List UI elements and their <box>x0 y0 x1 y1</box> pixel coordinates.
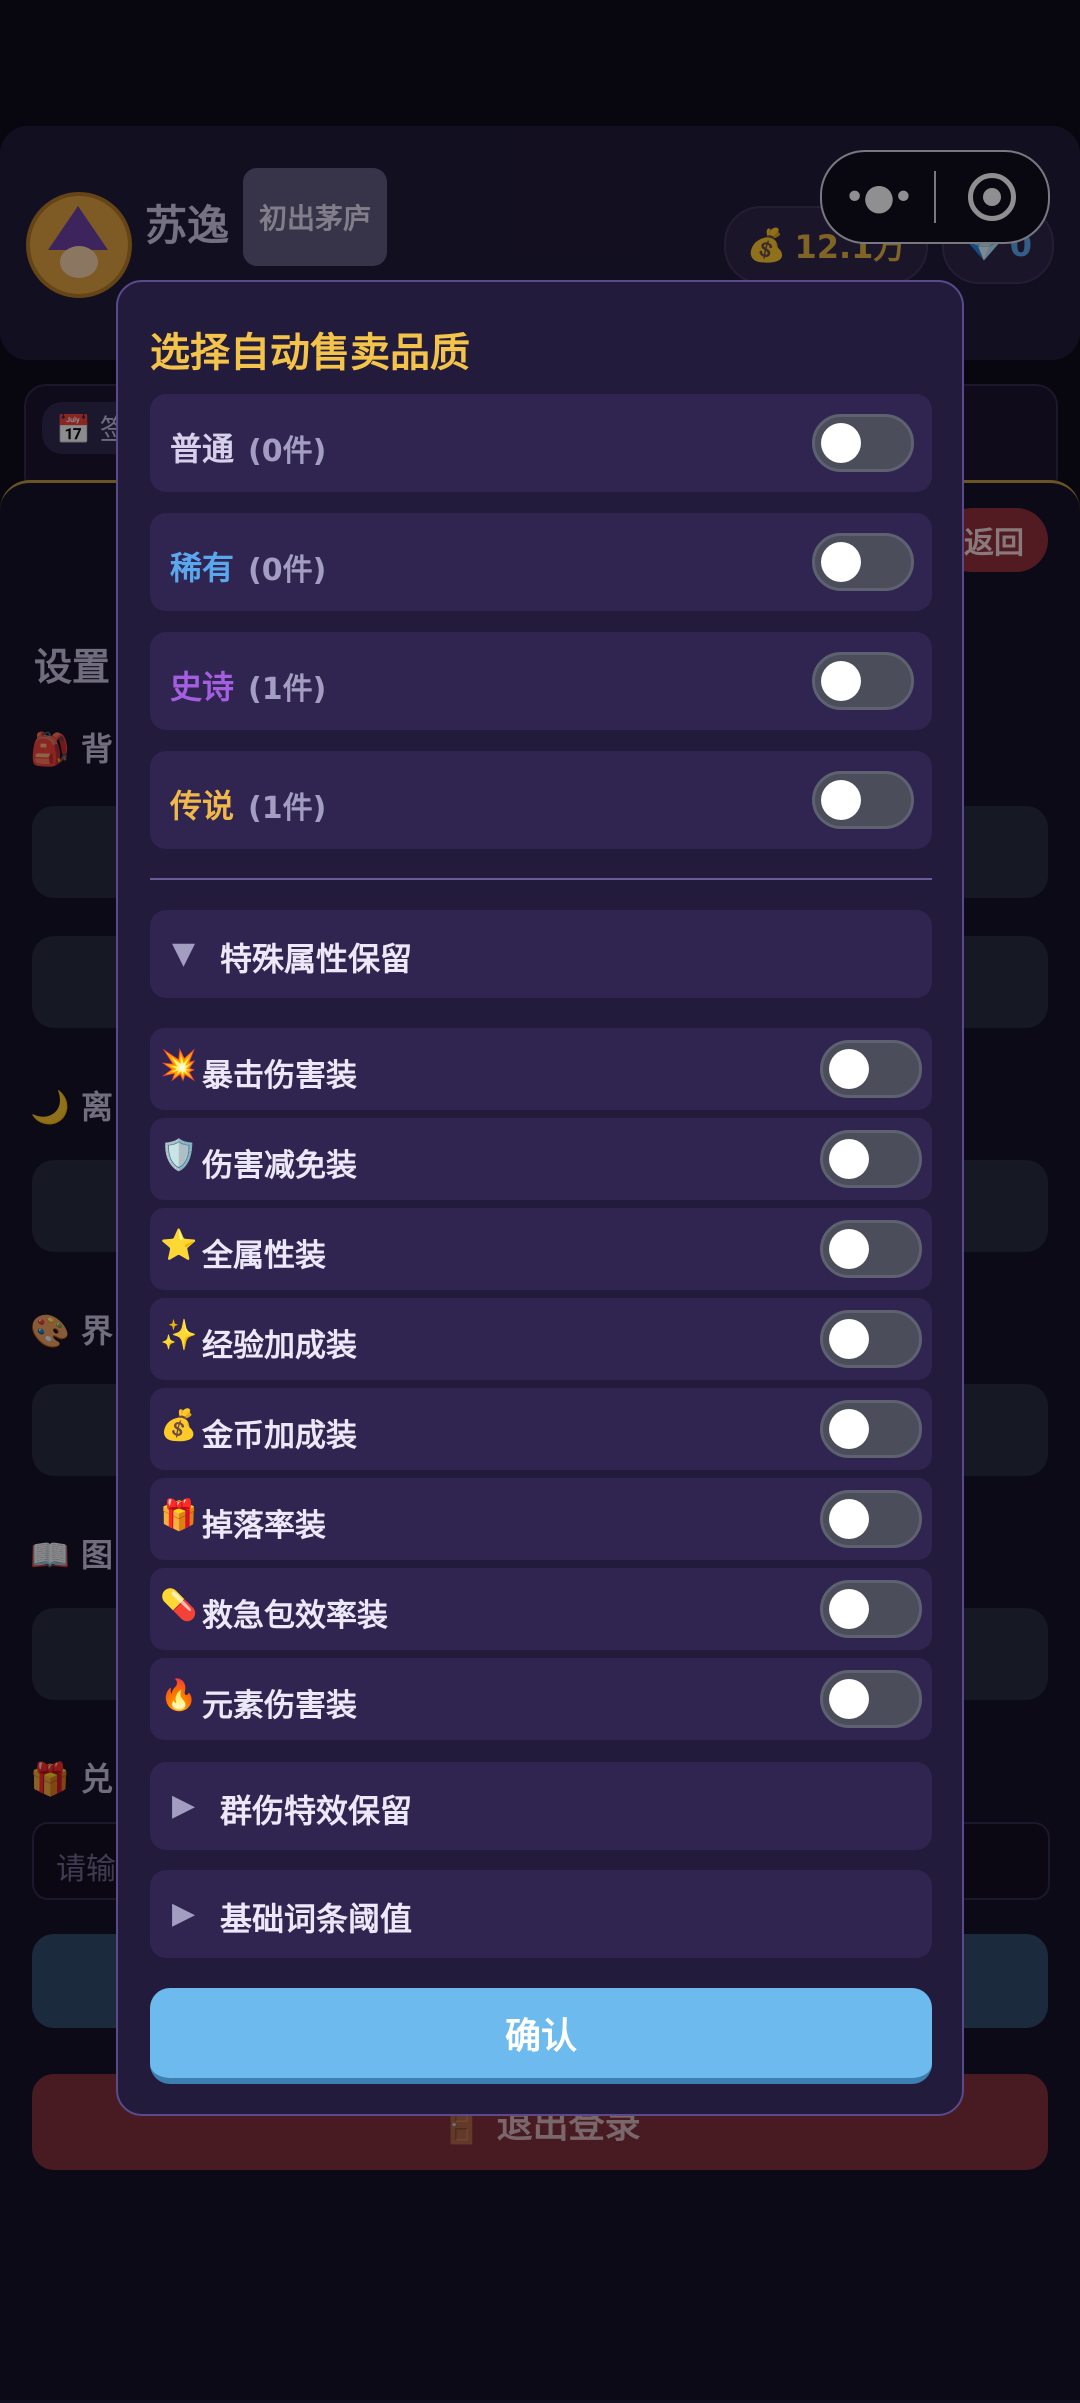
auto-sell-quality-modal: 选择自动售卖品质 普通 (0件) 稀有 (0件) 史诗 (1件) 传说 (1件)… <box>116 280 964 2116</box>
attribute-row-medkit-efficiency[interactable]: 💊 救急包效率装 <box>150 1568 932 1650</box>
divider <box>150 878 932 880</box>
star-icon: ⭐ <box>160 1228 198 1263</box>
confirm-button[interactable]: 确认 <box>150 1988 932 2084</box>
attribute-row-drop-rate[interactable]: 🎁 掉落率装 <box>150 1478 932 1560</box>
attribute-row-damage-reduction[interactable]: 🛡️ 伤害减免装 <box>150 1118 932 1200</box>
attribute-label: 元素伤害装 <box>202 1688 357 1724</box>
attribute-label: 金币加成装 <box>202 1418 357 1454</box>
quality-row-rare[interactable]: 稀有 (0件) <box>150 513 932 611</box>
attribute-toggle[interactable] <box>820 1220 922 1278</box>
quality-name: 史诗 <box>170 668 235 706</box>
attribute-toggle[interactable] <box>820 1400 922 1458</box>
sparkles-icon: ✨ <box>160 1318 198 1353</box>
quality-toggle[interactable] <box>812 771 914 829</box>
attribute-row-crit-damage[interactable]: 💥 暴击伤害装 <box>150 1028 932 1110</box>
quality-toggle[interactable] <box>812 533 914 591</box>
pill-icon: 💊 <box>160 1588 198 1623</box>
quality-name: 传说 <box>170 787 235 825</box>
quality-toggle[interactable] <box>812 414 914 472</box>
shield-icon: 🛡️ <box>160 1138 198 1173</box>
attribute-label: 掉落率装 <box>202 1508 326 1544</box>
attribute-label: 救急包效率装 <box>202 1598 388 1634</box>
attribute-toggle[interactable] <box>820 1580 922 1638</box>
fire-icon: 🔥 <box>160 1678 198 1713</box>
explosion-icon: 💥 <box>160 1048 198 1083</box>
attribute-toggle[interactable] <box>820 1490 922 1548</box>
quality-row-legendary[interactable]: 传说 (1件) <box>150 751 932 849</box>
section-label: 特殊属性保留 <box>220 940 413 978</box>
quality-count: (0件) <box>248 434 327 469</box>
attribute-label: 伤害减免装 <box>202 1148 357 1184</box>
attribute-label: 暴击伤害装 <box>202 1058 357 1094</box>
quality-count: (1件) <box>248 791 327 826</box>
expanded-triangle-icon: ▼ <box>172 936 196 971</box>
modal-title: 选择自动售卖品质 <box>150 330 470 376</box>
collapsed-triangle-icon: ▶ <box>172 1788 196 1823</box>
attribute-row-elemental-damage[interactable]: 🔥 元素伤害装 <box>150 1658 932 1740</box>
quality-count: (0件) <box>248 553 327 588</box>
attribute-toggle[interactable] <box>820 1130 922 1188</box>
quality-name: 普通 <box>170 430 235 468</box>
gift-icon: 🎁 <box>160 1498 198 1533</box>
attribute-row-all-stats[interactable]: ⭐ 全属性装 <box>150 1208 932 1290</box>
attribute-toggle[interactable] <box>820 1040 922 1098</box>
attribute-row-exp-bonus[interactable]: ✨ 经验加成装 <box>150 1298 932 1380</box>
base-stat-threshold-section-header[interactable]: ▶ 基础词条阈值 <box>150 1870 932 1958</box>
attribute-label: 经验加成装 <box>202 1328 357 1364</box>
attribute-toggle[interactable] <box>820 1310 922 1368</box>
aoe-effects-section-header[interactable]: ▶ 群伤特效保留 <box>150 1762 932 1850</box>
money-bag-icon: 💰 <box>160 1408 198 1443</box>
attribute-label: 全属性装 <box>202 1238 326 1274</box>
quality-row-common[interactable]: 普通 (0件) <box>150 394 932 492</box>
section-label: 群伤特效保留 <box>220 1792 413 1830</box>
quality-count: (1件) <box>248 672 327 707</box>
attribute-row-gold-bonus[interactable]: 💰 金币加成装 <box>150 1388 932 1470</box>
special-attributes-section-header[interactable]: ▼ 特殊属性保留 <box>150 910 932 998</box>
collapsed-triangle-icon: ▶ <box>172 1896 196 1931</box>
quality-row-epic[interactable]: 史诗 (1件) <box>150 632 932 730</box>
quality-name: 稀有 <box>170 549 235 587</box>
section-label: 基础词条阈值 <box>220 1900 413 1938</box>
attribute-toggle[interactable] <box>820 1670 922 1728</box>
quality-toggle[interactable] <box>812 652 914 710</box>
